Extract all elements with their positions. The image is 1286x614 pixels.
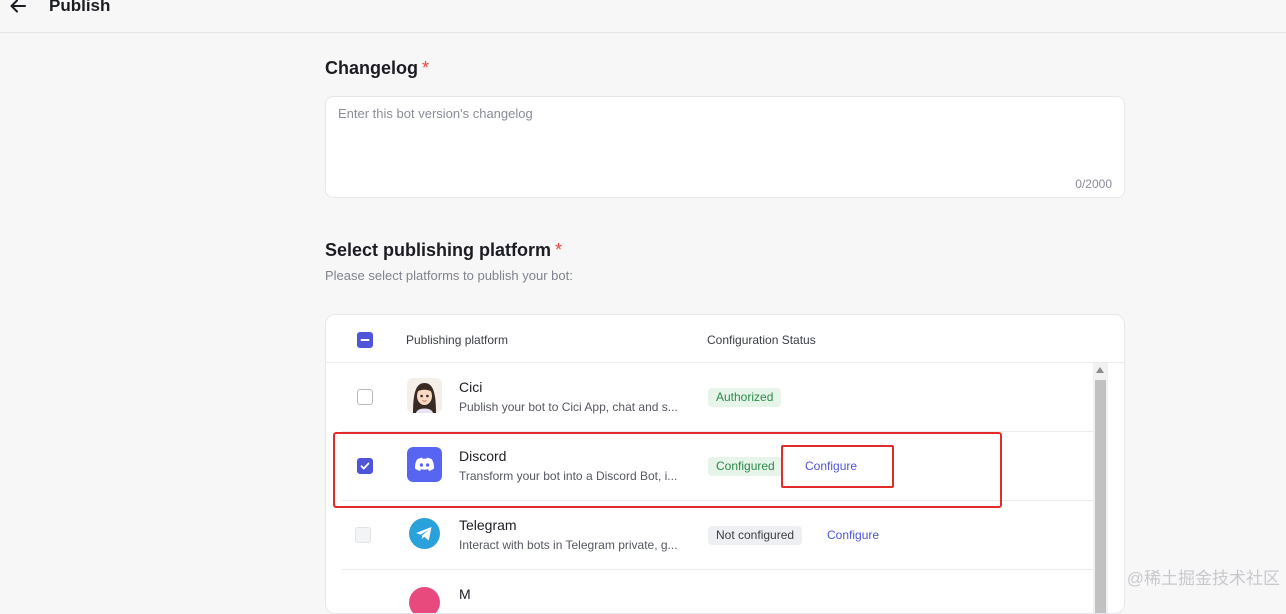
scroll-up-arrow-icon[interactable] (1096, 367, 1104, 373)
platform-name: Telegram (459, 517, 517, 533)
table-header: Publishing platform Configuration Status (326, 315, 1124, 363)
char-counter: 0/2000 (1075, 177, 1112, 191)
platform-name: Discord (459, 448, 507, 464)
status-badge: Not configured (708, 526, 803, 545)
table-scrollbar[interactable] (1093, 363, 1108, 613)
check-icon (360, 462, 370, 470)
platform-description: Interact with bots in Telegram private, … (459, 538, 678, 552)
row-checkbox[interactable] (355, 527, 371, 543)
page-title: Publish (49, 0, 111, 15)
changelog-title: Changelog * (325, 58, 429, 79)
column-header-status: Configuration Status (707, 333, 816, 347)
configure-button-discord[interactable]: Configure (805, 459, 857, 473)
column-header-platform: Publishing platform (406, 333, 509, 347)
changelog-input[interactable] (326, 97, 1124, 197)
platform-section-title: Select publishing platform * (325, 240, 562, 261)
platform-table: Publishing platform Configuration Status… (325, 314, 1125, 614)
required-mark: * (422, 58, 430, 78)
required-mark: * (555, 240, 563, 260)
table-row-telegram: Telegram Interact with bots in Telegram … (342, 501, 1094, 570)
platform-description: Transform your bot into a Discord Bot, i… (459, 469, 678, 483)
watermark: @稀土掘金技术社区 (1126, 569, 1280, 588)
select-all-checkbox[interactable] (357, 332, 373, 348)
platform-description: Publish your bot to Cici App, chat and s… (459, 400, 678, 414)
platform-section-subtitle: Please select platforms to publish your … (325, 268, 573, 283)
telegram-icon (407, 516, 442, 551)
messenger-icon (407, 585, 442, 613)
platform-section-title-text: Select publishing platform (325, 240, 552, 260)
minus-icon (360, 339, 370, 341)
status-badge: Configured (708, 457, 783, 476)
row-checkbox[interactable] (357, 458, 373, 474)
table-row-partial: M (342, 570, 1094, 613)
scrollbar-thumb[interactable] (1095, 380, 1106, 613)
platform-name: Cici (459, 379, 483, 395)
cici-avatar-icon (407, 378, 442, 413)
discord-icon (407, 447, 442, 482)
arrow-left-icon[interactable] (8, 0, 28, 16)
status-badge: Authorized (708, 388, 782, 407)
row-checkbox[interactable] (357, 389, 373, 405)
changelog-field[interactable]: 0/2000 (325, 96, 1125, 198)
table-row-cici: Cici Publish your bot to Cici App, chat … (342, 363, 1094, 432)
changelog-title-text: Changelog (325, 58, 418, 78)
top-bar: Publish (0, 0, 1286, 33)
platform-name: M (459, 586, 471, 602)
configure-button-telegram[interactable]: Configure (827, 528, 879, 542)
table-row-discord: Discord Transform your bot into a Discor… (342, 432, 1094, 501)
